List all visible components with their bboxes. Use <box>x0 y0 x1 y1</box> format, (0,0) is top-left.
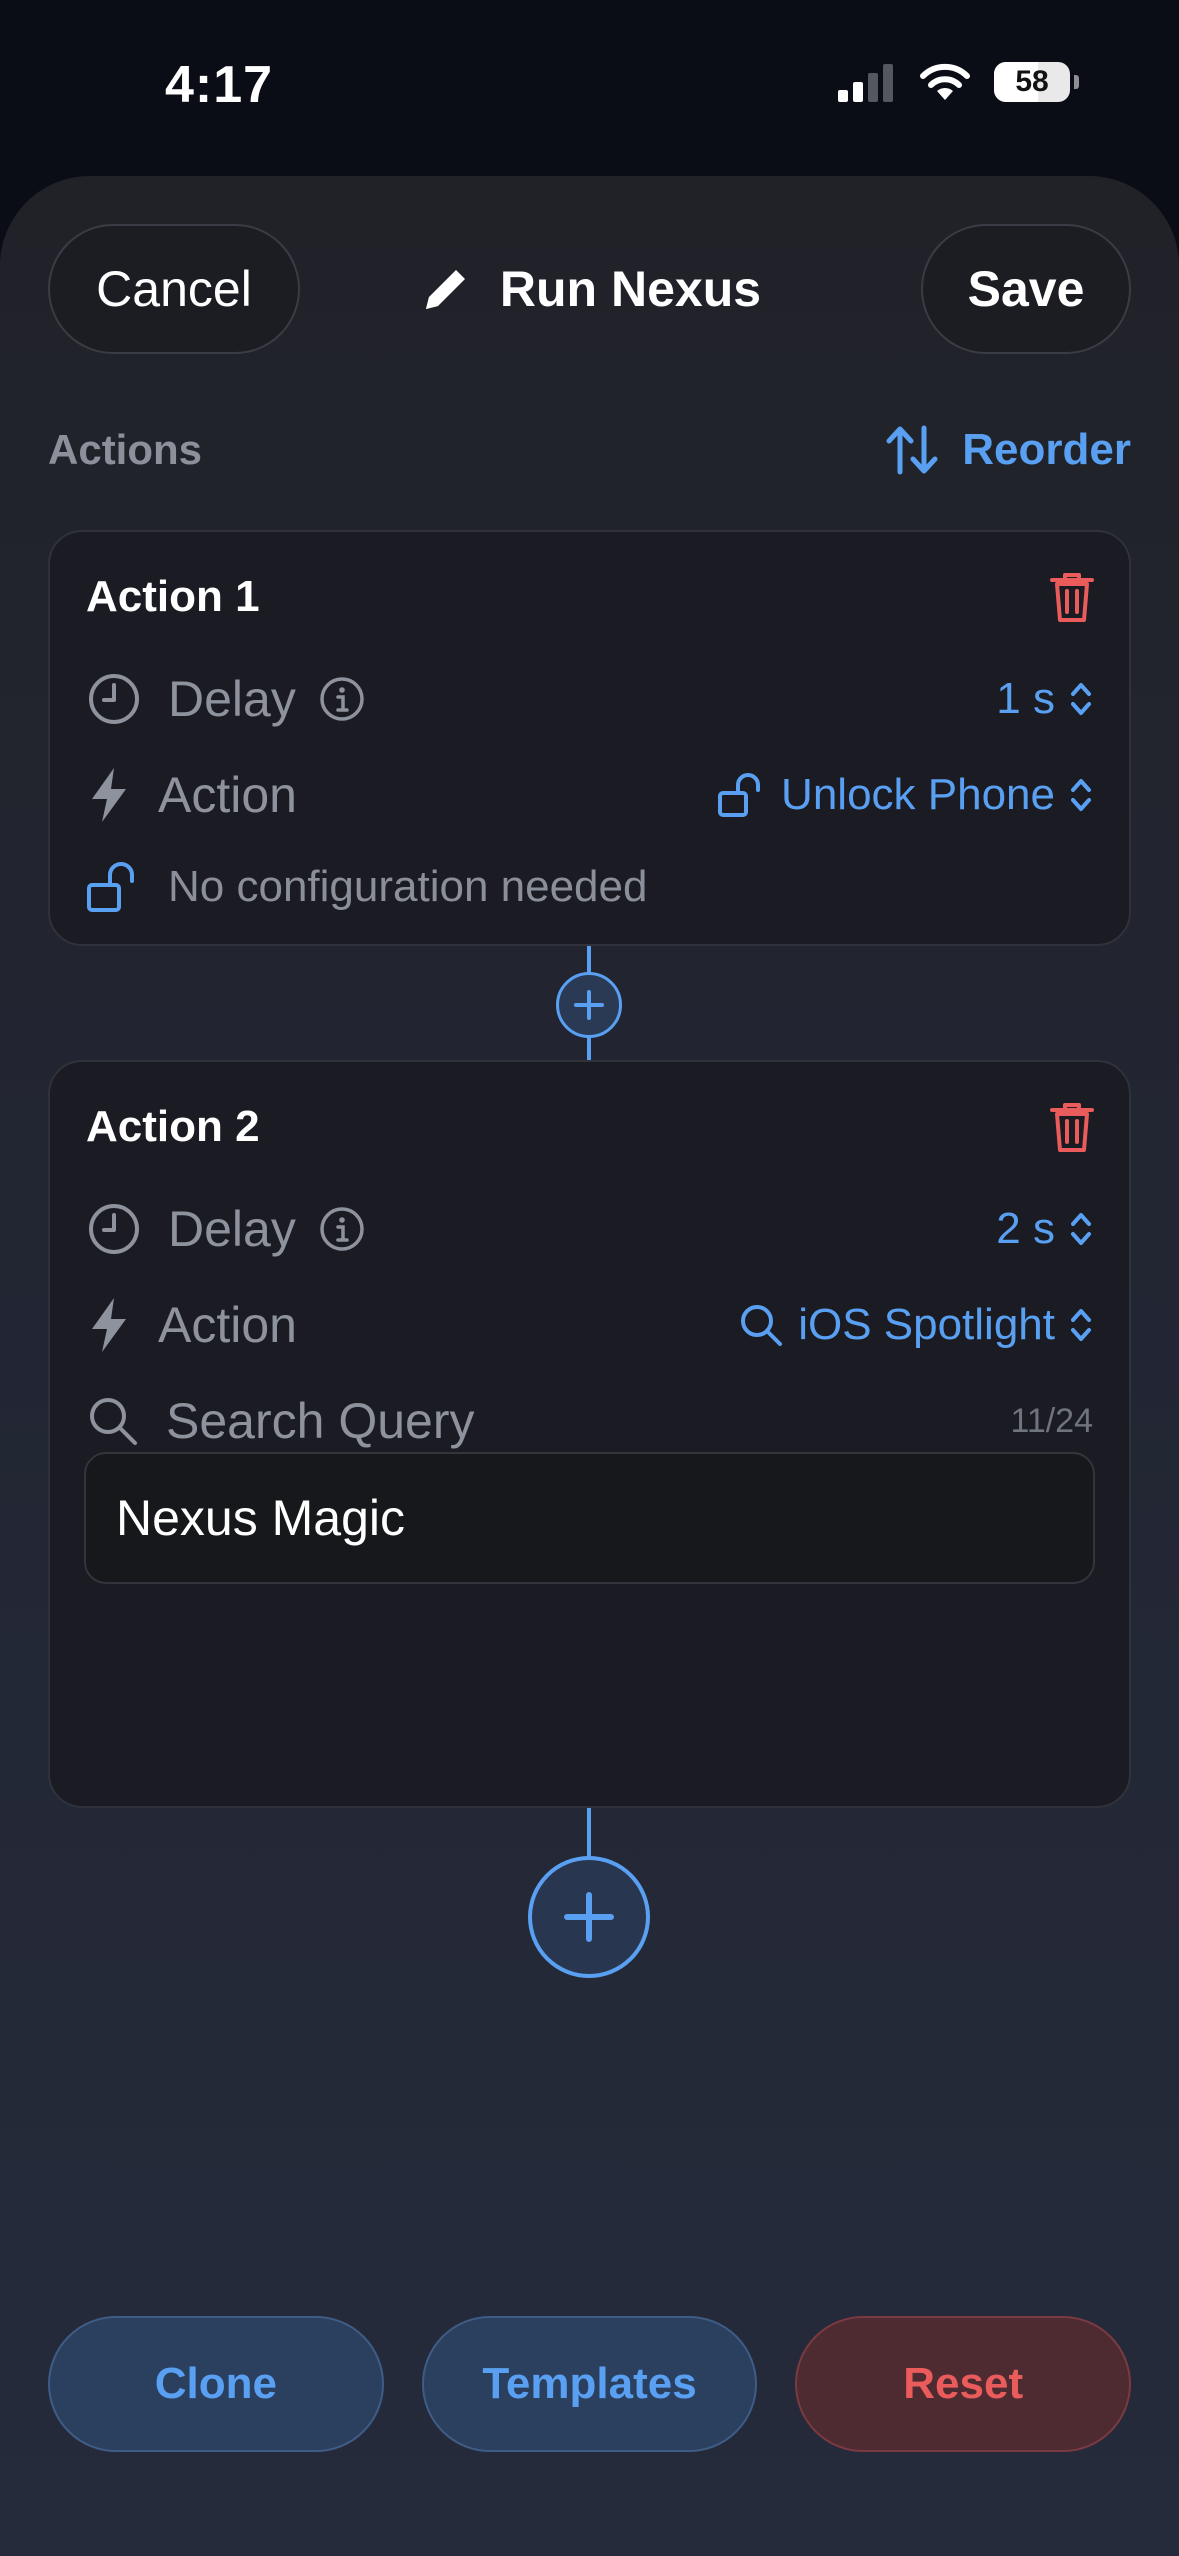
status-bar: 4:17 58 <box>0 0 1179 175</box>
battery-level: 58 <box>1015 65 1049 98</box>
config-note-row: No configuration needed <box>86 852 1093 922</box>
actions-section-header: Actions Reorder <box>48 420 1131 480</box>
action-picker[interactable]: iOS Spotlight <box>738 1300 1093 1350</box>
action-label: Action <box>158 1297 297 1353</box>
reorder-arrows-icon <box>886 425 938 475</box>
page-title: Run Nexus <box>499 261 762 317</box>
edit-sheet: Cancel Run Nexus Save Actions Reorder Ac… <box>0 176 1179 2556</box>
action-card-title: Action 1 <box>86 572 260 621</box>
search-query-label: Search Query <box>166 1393 475 1449</box>
action-value: iOS Spotlight <box>798 1300 1055 1349</box>
screen: 4:17 58 Cancel Run Nexus Save Actions Re… <box>0 0 1179 2556</box>
action-picker[interactable]: Unlock Phone <box>717 770 1093 820</box>
cancel-button[interactable]: Cancel <box>48 224 300 354</box>
reset-button[interactable]: Reset <box>795 2316 1132 2452</box>
status-icons: 58 <box>836 62 1079 102</box>
search-icon <box>741 1305 783 1346</box>
connector-line <box>587 1808 591 1858</box>
action-card-title: Action 2 <box>86 1102 260 1151</box>
action-value: Unlock Phone <box>781 770 1055 819</box>
cellular-signal-icon <box>838 64 893 102</box>
character-counter: 11/24 <box>1010 1401 1093 1440</box>
templates-button[interactable]: Templates <box>421 2316 758 2452</box>
chevron-up-down-icon <box>1071 1309 1091 1341</box>
search-query-input[interactable]: Nexus Magic <box>84 1452 1095 1584</box>
info-icon[interactable] <box>318 675 366 723</box>
chevron-up-down-icon <box>1071 683 1091 715</box>
delay-value: 2 s <box>996 1204 1055 1253</box>
action-card-1: Action 1 Delay 1 s Action Unlock Phone N… <box>48 530 1131 946</box>
bottom-action-bar: Clone Templates Reset <box>48 2316 1132 2452</box>
action-row[interactable]: Action iOS Spotlight <box>86 1290 1093 1360</box>
delay-value: 1 s <box>996 674 1055 723</box>
search-icon <box>90 1398 137 1445</box>
bolt-icon <box>92 768 126 822</box>
add-action-button[interactable] <box>528 1856 650 1978</box>
delay-label: Delay <box>168 671 296 727</box>
plus-icon <box>574 990 604 1020</box>
battery-nub <box>1074 75 1079 89</box>
battery-icon: 58 <box>994 62 1070 102</box>
action-label: Action <box>158 767 297 823</box>
clock-icon <box>89 674 139 724</box>
action-row[interactable]: Action Unlock Phone <box>86 760 1093 830</box>
chevron-up-down-icon <box>1071 1213 1091 1245</box>
delay-row[interactable]: Delay 2 s <box>86 1194 1093 1264</box>
clock-icon <box>89 1204 139 1254</box>
chevron-up-down-icon <box>1071 779 1091 811</box>
plus-icon <box>564 1892 614 1942</box>
trash-icon[interactable] <box>1049 1100 1095 1154</box>
nav-bar: Cancel Run Nexus Save <box>48 224 1131 354</box>
unlock-icon <box>87 862 134 912</box>
config-note: No configuration needed <box>168 862 648 911</box>
reorder-label: Reorder <box>962 425 1131 474</box>
pencil-icon <box>425 270 465 309</box>
delay-row[interactable]: Delay 1 s <box>86 664 1093 734</box>
action-card-2: Action 2 Delay 2 s Action iOS Spotlight … <box>48 1060 1131 1808</box>
delay-picker[interactable]: 1 s <box>996 674 1093 724</box>
status-time: 4:17 <box>165 56 274 114</box>
bolt-icon <box>92 1298 126 1352</box>
reorder-button[interactable]: Reorder <box>884 424 1131 476</box>
info-icon[interactable] <box>318 1205 366 1253</box>
section-title: Actions <box>48 426 203 473</box>
delay-picker[interactable]: 2 s <box>996 1204 1093 1254</box>
delay-label: Delay <box>168 1201 296 1257</box>
trash-icon[interactable] <box>1049 570 1095 624</box>
search-query-row: Search Query 11/24 <box>86 1386 1093 1456</box>
save-button[interactable]: Save <box>921 224 1131 354</box>
wifi-icon <box>920 63 970 100</box>
unlock-icon <box>718 773 761 817</box>
clone-button[interactable]: Clone <box>48 2316 384 2452</box>
insert-action-button[interactable] <box>556 972 622 1038</box>
